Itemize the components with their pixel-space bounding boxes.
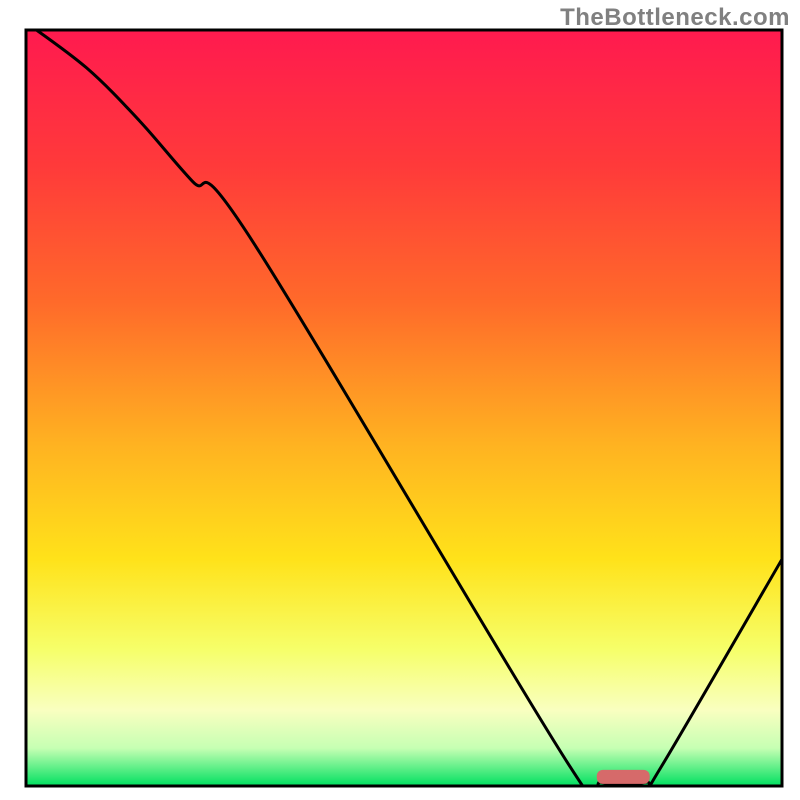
chart-stage: TheBottleneck.com [0,0,800,800]
optimal-range-marker [597,770,650,784]
bottleneck-chart [0,0,800,800]
gradient-background [26,30,782,786]
